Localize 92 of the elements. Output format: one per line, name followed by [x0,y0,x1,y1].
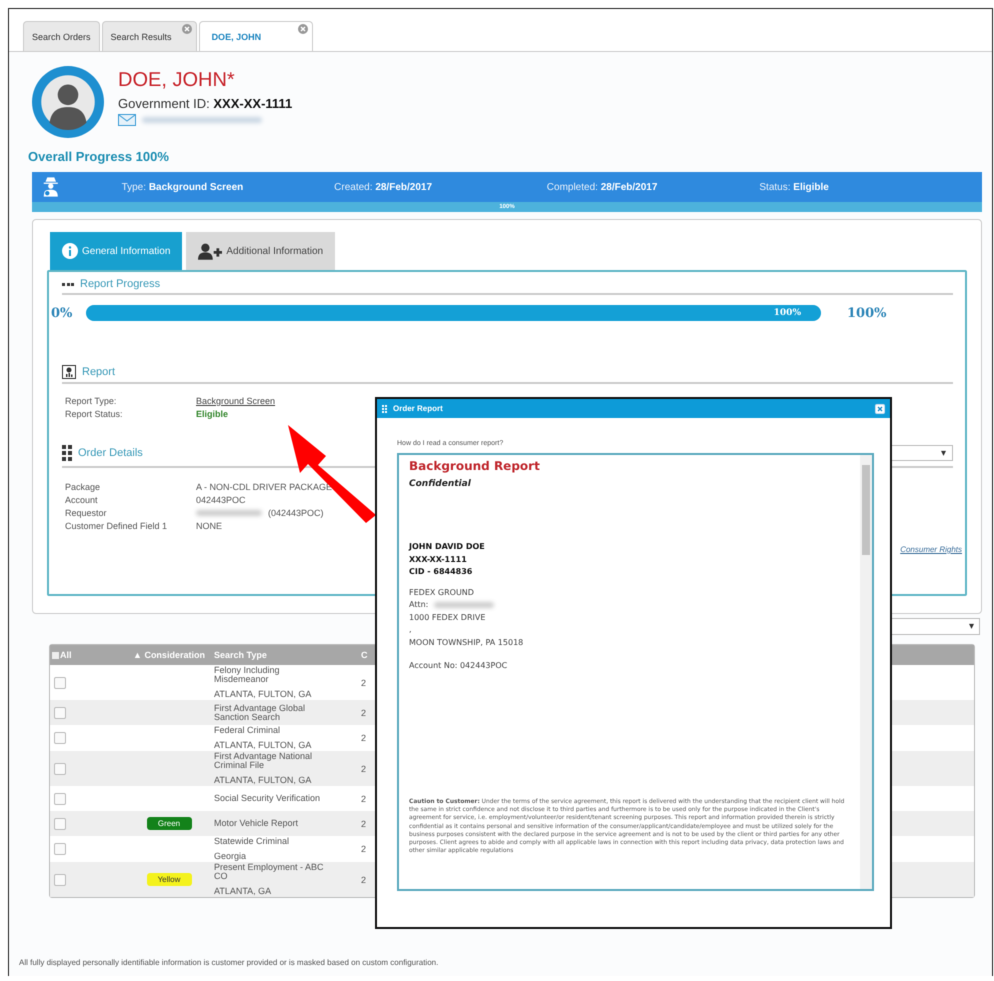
field-label: Report Type: [65,396,118,406]
checkbox[interactable] [54,762,66,774]
search-location: ATLANTA, FULTON, GA [214,741,312,750]
field-label: Account [65,495,99,505]
id-label: Government ID: [118,96,210,111]
summary-field: Completed: 28/Feb/2017 [546,182,760,192]
table-cell-text: 2 [360,874,366,884]
section-title: Report Progress [80,278,160,290]
subject-line: JOHN DAVID DOE [409,541,486,553]
grid-icon [62,445,72,461]
detail-tab[interactable]: Additional Information [186,232,336,270]
field-value: (042443POC) [268,508,324,518]
add-user-icon [198,242,222,260]
person-name: DOE, JOHN* [118,68,236,92]
checkbox[interactable] [54,874,66,886]
subject-line: CID - 6844836 [409,566,474,578]
grip-icon [382,404,387,412]
search-type: Present Employment - ABC CO [214,863,325,881]
blurred-text [434,602,494,608]
email-icon[interactable] [118,114,136,126]
consumer-rights-link[interactable]: Consumer Rights [900,545,962,554]
search-location: Georgia [214,852,248,861]
page-tab[interactable]: DOE, JOHN [198,21,313,51]
search-type: Felony Including Misdemeanor [214,666,281,684]
close-icon[interactable] [298,24,308,34]
field-label: Package [65,482,102,492]
table-cell-text: 2 [360,733,366,743]
close-icon[interactable] [875,404,885,414]
section-title: Order Details [78,447,143,459]
id-value: XXX-XX-1111 [213,96,292,111]
address-line: MOON TOWNSHIP, PA 15018 [409,636,524,648]
search-type: Social Security Verification [214,794,322,803]
subject-line: XXX-XX-1111 [409,554,468,566]
field-label: Report Status: [65,409,124,419]
table-cell-text: 2 [360,794,366,804]
page-tab[interactable]: Search Orders [23,21,100,51]
close-icon[interactable] [182,24,192,34]
search-location: ATLANTA, FULTON, GA [214,690,312,699]
section-title: Report [82,366,116,378]
field-value: 042443POC [196,495,246,505]
detail-tab[interactable]: General Information [50,232,182,270]
address-line: FEDEX GROUND [409,586,474,598]
blurred-text [196,510,262,516]
summary-field: Type: Background Screen [122,182,334,192]
table-cell-text: 2 [360,818,366,828]
consideration-badge: Yellow [146,873,192,886]
search-type: First Advantage Global Sanction Search [214,704,306,722]
progress-fill: 100% [86,305,821,321]
report-icon [62,365,76,379]
dialog-title: Order Report [393,404,443,413]
search-type: Motor Vehicle Report [214,819,300,828]
dots-icon [62,282,74,286]
address-line: 1000 FEDEX DRIVE [409,612,486,624]
status-value: Eligible [196,409,228,419]
report-title: Background Report [409,459,541,473]
field-label: Customer Defined Field 1 [65,521,168,531]
search-type: Statewide Criminal [214,837,290,846]
progress-end: 100% [847,306,886,320]
table-cell-text: 2 [360,678,366,688]
summary-field: Created: 28/Feb/2017 [334,182,547,192]
avatar-icon [32,66,104,138]
checkbox[interactable] [54,792,66,804]
checkbox[interactable] [54,818,66,830]
checkbox[interactable] [54,843,66,855]
footer-note: All fully displayed personally identifiable information is customer provided or is masked based on custom configuration. [19,958,440,967]
search-type: First Advantage National Criminal File [214,752,314,770]
report-subtitle: Confidential [409,479,472,489]
table-cell-text: 2 [360,708,366,718]
account-number: Account No: 042443POC [409,661,508,670]
address-line: , [409,624,412,636]
section-heading: Overall Progress 100% [28,149,170,164]
table-cell-text: 2 [360,844,366,854]
checkbox[interactable] [54,706,66,718]
search-type: Federal Criminal [214,726,282,735]
field-value: NONE [196,521,222,531]
table-cell-text: 2 [360,764,366,774]
page-tab[interactable]: Search Results [102,21,197,51]
consideration-badge: Green [146,817,192,830]
report-type-link[interactable]: Background Screen [196,396,276,406]
summary-field: Status: Eligible [759,182,972,192]
info-icon [62,243,78,259]
scrollbar[interactable] [860,455,872,889]
address-line: Attn: [409,599,428,611]
checkbox[interactable] [52,652,59,658]
progress-start: 0% [51,306,74,320]
search-location: ATLANTA, FULTON, GA [214,776,312,785]
agent-icon [42,176,60,198]
checkbox[interactable] [54,676,66,688]
search-location: ATLANTA, GA [214,887,272,896]
checkbox[interactable] [54,732,66,744]
field-label: Requestor [65,508,108,518]
field-value: A - NON-CDL DRIVER PACKAGE [196,482,332,492]
